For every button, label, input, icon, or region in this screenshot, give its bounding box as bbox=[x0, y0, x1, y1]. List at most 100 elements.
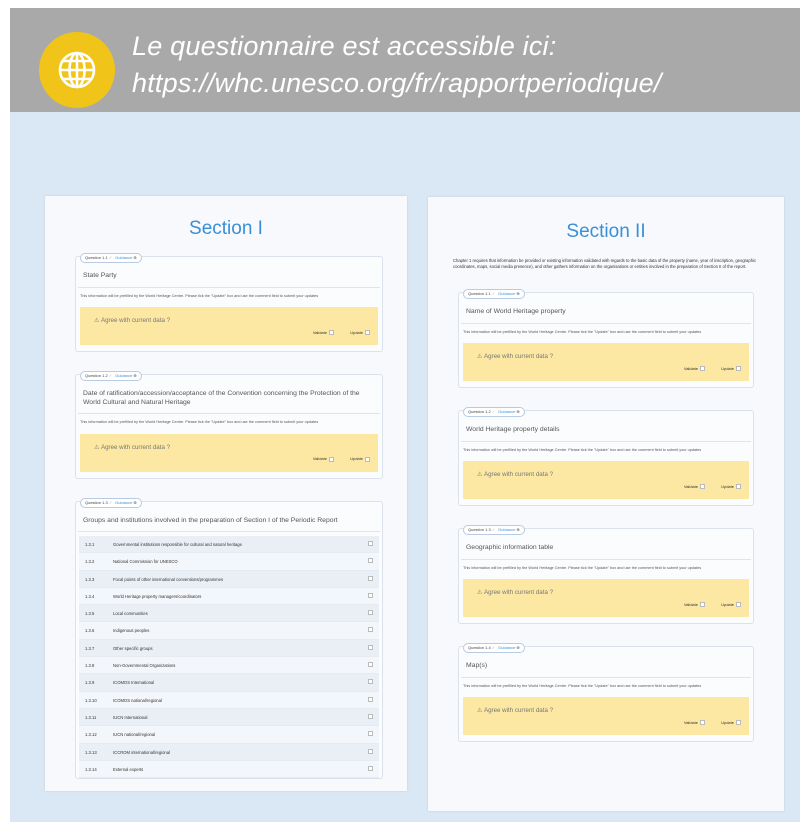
group-row-number: 1.3.12 bbox=[85, 732, 97, 738]
update-checkbox[interactable]: Update bbox=[721, 366, 741, 372]
question-info: This information will be prefilled by th… bbox=[463, 329, 702, 334]
guidance-link[interactable]: Guidance bbox=[115, 255, 132, 260]
agree-label: ⚠ Agree with current data ? bbox=[477, 353, 554, 361]
group-row-number: 1.3.14 bbox=[85, 766, 97, 772]
question-tag: Question 1.3 ✓ Guidance ⊕ bbox=[463, 525, 525, 536]
group-row-checkbox[interactable] bbox=[368, 575, 373, 581]
group-row-label: IUCN national/regional bbox=[113, 732, 156, 738]
update-checkbox[interactable]: Update bbox=[721, 602, 741, 608]
group-row-number: 1.3.6 bbox=[85, 628, 95, 634]
question-info: This information will be prefilled by th… bbox=[463, 565, 702, 570]
question-card-2-1: Question 1.1 ✓ Guidance ⊕ Name of World H… bbox=[458, 289, 754, 389]
group-row-number: 1.3.11 bbox=[85, 714, 97, 720]
agree-box: ⚠ Agree with current data ? Validate Upd… bbox=[463, 697, 749, 736]
group-row: 1.3.2 National Commission for UNESCO bbox=[79, 553, 379, 571]
validate-checkbox[interactable]: Validate bbox=[684, 366, 705, 372]
agree-box: ⚠ Agree with current data ? Validate Upd… bbox=[463, 461, 749, 500]
group-row-checkbox[interactable] bbox=[368, 696, 373, 702]
info-icon[interactable]: ⊕ bbox=[133, 373, 136, 378]
group-row-number: 1.3.13 bbox=[85, 749, 97, 755]
group-row-checkbox[interactable] bbox=[368, 765, 373, 771]
question-card-1-2: Question 1.2 ✓ Guidance ⊕ Date of ratific… bbox=[75, 371, 383, 479]
question-tag: Question 1.2 ✓ Guidance ⊕ bbox=[80, 371, 142, 381]
guidance-link[interactable]: Guidance bbox=[115, 500, 132, 505]
update-checkbox[interactable]: Update bbox=[721, 484, 741, 490]
group-row-label: Governmental institutions responsible fo… bbox=[113, 542, 242, 547]
question-info: This information will be prefilled by th… bbox=[80, 293, 319, 298]
info-icon[interactable]: ⊕ bbox=[516, 527, 519, 532]
group-row-checkbox[interactable] bbox=[368, 748, 373, 754]
group-row-checkbox[interactable] bbox=[368, 558, 373, 564]
validate-checkbox[interactable]: Validate bbox=[684, 602, 705, 608]
update-checkbox[interactable]: Update bbox=[721, 720, 741, 726]
group-row: 1.3.14 External experts bbox=[79, 760, 379, 779]
group-row-number: 1.3.3 bbox=[85, 576, 95, 582]
question-tag: Question 1.4 ✓ Guidance ⊕ bbox=[463, 643, 525, 654]
group-row-checkbox[interactable] bbox=[368, 627, 373, 633]
group-row-label: National Commission for UNESCO bbox=[113, 559, 178, 565]
group-row-label: IUCN International bbox=[113, 714, 148, 720]
group-row-number: 1.3.1 bbox=[85, 542, 95, 547]
question-tag: Question 1.1 ✓ Guidance ⊕ bbox=[80, 253, 142, 263]
question-card-1-3: Question 1.3 ✓ Guidance ⊕ Groups and inst… bbox=[75, 497, 383, 780]
info-icon[interactable]: ⊕ bbox=[516, 645, 519, 650]
guidance-link[interactable]: Guidance bbox=[498, 291, 515, 296]
banner-line-1: Le questionnaire est accessible ici: bbox=[132, 31, 557, 61]
group-row-checkbox[interactable] bbox=[368, 679, 373, 685]
group-row: 1.3.1 Governmental institutions responsib… bbox=[79, 536, 379, 554]
group-row: 1.3.6 Indigenous peoples bbox=[79, 622, 379, 640]
agree-box: ⚠ Agree with current data ? Validate Upd… bbox=[463, 343, 749, 382]
section-2-intro: Chapter 1 requires that information be p… bbox=[453, 258, 757, 270]
group-row-label: ICOMOS national/regional bbox=[113, 697, 162, 703]
group-row-checkbox[interactable] bbox=[368, 541, 373, 546]
group-row-label: ICOMOS International bbox=[113, 680, 155, 686]
update-checkbox[interactable]: Update bbox=[350, 456, 370, 462]
agree-label: ⚠ Agree with current data ? bbox=[94, 317, 171, 324]
group-row-checkbox[interactable] bbox=[368, 610, 373, 616]
agree-box: ⚠ Agree with current data ? Validate Upd… bbox=[80, 433, 378, 472]
agree-label: ⚠ Agree with current data ? bbox=[94, 443, 171, 451]
question-tag: Question 1.1 ✓ Guidance ⊕ bbox=[463, 289, 525, 300]
globe-icon bbox=[39, 32, 115, 108]
group-row-number: 1.3.2 bbox=[85, 559, 95, 565]
validate-checkbox[interactable]: Validate bbox=[684, 720, 705, 726]
group-row-number: 1.3.7 bbox=[85, 645, 95, 651]
info-icon[interactable]: ⊕ bbox=[133, 255, 136, 260]
question-card-2-4: Question 1.4 ✓ Guidance ⊕ Map(s) This inf… bbox=[458, 643, 754, 743]
group-row-checkbox[interactable] bbox=[368, 592, 373, 598]
group-row-number: 1.3.5 bbox=[85, 611, 95, 617]
info-icon[interactable]: ⊕ bbox=[133, 500, 136, 505]
group-row-checkbox[interactable] bbox=[368, 662, 373, 668]
group-row-label: Non-Governmental Organizations bbox=[113, 663, 176, 669]
group-row-checkbox[interactable] bbox=[368, 713, 373, 719]
group-row-label: Focal points of other international conv… bbox=[113, 576, 224, 582]
group-row: 1.3.11 IUCN International bbox=[79, 708, 379, 727]
group-row: 1.3.9 ICOMOS International bbox=[79, 674, 379, 692]
question-info: This information will be prefilled by th… bbox=[463, 683, 702, 688]
info-icon[interactable]: ⊕ bbox=[516, 409, 519, 414]
guidance-link[interactable]: Guidance bbox=[498, 409, 515, 414]
update-checkbox[interactable]: Update bbox=[350, 330, 370, 335]
question-info: This information will be prefilled by th… bbox=[80, 420, 319, 424]
validate-checkbox[interactable]: Validate bbox=[684, 484, 705, 490]
validate-checkbox[interactable]: Validate bbox=[313, 456, 334, 462]
section-1-title: Section I bbox=[189, 218, 263, 239]
guidance-link[interactable]: Guidance bbox=[498, 527, 515, 532]
section-2-page: Section II Chapter 1 requires that infor… bbox=[428, 197, 784, 811]
agree-label: ⚠ Agree with current data ? bbox=[477, 471, 554, 479]
agree-label: ⚠ Agree with current data ? bbox=[477, 707, 554, 715]
info-icon[interactable]: ⊕ bbox=[516, 291, 519, 296]
question-tag: Question 1.3 ✓ Guidance ⊕ bbox=[80, 497, 142, 508]
question-card-1-1: Question 1.1 ✓ Guidance ⊕ State Party Thi… bbox=[75, 253, 383, 352]
group-row-checkbox[interactable] bbox=[368, 644, 373, 650]
group-row-label: External experts bbox=[113, 766, 144, 772]
section-2-title: Section II bbox=[566, 221, 646, 242]
groups-list: 1.3.1 Governmental institutions responsib… bbox=[79, 536, 379, 779]
group-row-checkbox[interactable] bbox=[368, 731, 373, 737]
question-tag: Question 1.2 ✓ Guidance ⊕ bbox=[463, 407, 525, 418]
banner-url-link[interactable]: https://whc.unesco.org/fr/rapportperiodi… bbox=[132, 65, 662, 102]
group-row: 1.3.5 Local communities bbox=[79, 605, 379, 623]
guidance-link[interactable]: Guidance bbox=[115, 373, 132, 378]
validate-checkbox[interactable]: Validate bbox=[313, 330, 334, 335]
guidance-link[interactable]: Guidance bbox=[498, 645, 515, 650]
